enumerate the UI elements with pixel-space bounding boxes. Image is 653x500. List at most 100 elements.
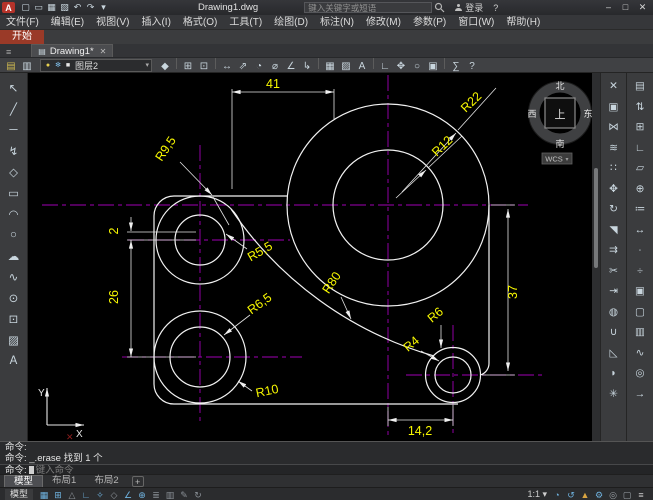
break-icon[interactable]: ◍ bbox=[604, 302, 624, 323]
transparency-icon[interactable]: ▥ bbox=[163, 490, 177, 500]
workspace-gear-icon[interactable]: ⚙ bbox=[592, 490, 606, 500]
dim-2-text[interactable]: 2 bbox=[107, 227, 121, 234]
wipeout-icon[interactable]: ▥ bbox=[630, 322, 650, 343]
clean-screen-icon[interactable]: ▢ bbox=[620, 490, 634, 500]
dim-r80-text[interactable]: R80 bbox=[319, 269, 343, 296]
dim-linear-icon[interactable]: ↔ bbox=[219, 60, 235, 73]
revcloud-icon[interactable]: ☁ bbox=[3, 245, 25, 266]
dim-r6_5-text[interactable]: R6,5 bbox=[245, 290, 275, 317]
drawing-svg[interactable]: 41 R22 R12 R9,5 R5,5 2 26 R6,5 R80 37 R6… bbox=[28, 73, 592, 441]
menu-item-2[interactable]: 视图(V) bbox=[90, 15, 135, 30]
toolbar-help-icon[interactable]: ? bbox=[464, 60, 480, 73]
customization-icon[interactable]: ≡ bbox=[634, 490, 648, 500]
new-file-icon[interactable]: ▢ bbox=[19, 2, 32, 14]
menu-item-0[interactable]: 文件(F) bbox=[0, 15, 45, 30]
object-snap-tracking-icon[interactable]: ∠ bbox=[121, 490, 135, 500]
erase-icon[interactable]: ✕ bbox=[604, 76, 624, 97]
dim-r9_5-text[interactable]: R9,5 bbox=[152, 134, 178, 164]
id-point-icon[interactable]: ⊕ bbox=[630, 179, 650, 200]
dim-angular-icon[interactable]: ∠ bbox=[283, 60, 299, 73]
move-icon[interactable]: ✥ bbox=[604, 179, 624, 200]
array-icon[interactable]: ∷ bbox=[604, 158, 624, 179]
mtext-icon[interactable]: A bbox=[354, 60, 370, 73]
rotate-icon[interactable]: ↻ bbox=[604, 199, 624, 220]
pan-icon[interactable]: ✥ bbox=[393, 60, 409, 73]
centerlines[interactable] bbox=[42, 75, 546, 439]
maximize-button[interactable]: □ bbox=[617, 2, 634, 13]
explode-icon[interactable]: ✳ bbox=[604, 384, 624, 405]
isodraft-icon[interactable]: ◇ bbox=[107, 490, 121, 500]
lineweight-icon[interactable]: ≣ bbox=[149, 490, 163, 500]
layer-dropdown[interactable]: ●✻■ 图层2 ▾ bbox=[40, 59, 152, 72]
command-window[interactable]: 命令: 命令: _.erase 找到 1 个 命令: 键入命令 bbox=[0, 441, 653, 474]
viewcube-north-label[interactable]: 北 bbox=[555, 81, 564, 91]
redo-icon[interactable]: ↷ bbox=[84, 2, 97, 14]
dim-r5_5-text[interactable]: R5,5 bbox=[245, 239, 275, 264]
ray-icon[interactable]: → bbox=[630, 384, 650, 405]
dim-radius-icon[interactable]: ◔ bbox=[251, 60, 267, 73]
close-button[interactable]: ✕ bbox=[634, 2, 651, 13]
multileader-icon[interactable]: ↳ bbox=[299, 60, 315, 73]
matchprop-icon[interactable]: ◆ bbox=[157, 60, 173, 73]
dynamic-input-icon[interactable]: ✎ bbox=[177, 490, 191, 500]
qat-more-icon[interactable]: ▾ bbox=[97, 2, 110, 14]
dim-aligned-icon[interactable]: ⇗ bbox=[235, 60, 251, 73]
properties-icon[interactable]: ▤ bbox=[630, 76, 650, 97]
polyline-icon[interactable]: ↯ bbox=[3, 140, 25, 161]
measure-distance-icon[interactable]: ∟ bbox=[630, 138, 650, 159]
viewcube-east-label[interactable]: 东 bbox=[583, 108, 592, 119]
select-icon[interactable]: ↖ bbox=[3, 77, 25, 98]
make-block-icon[interactable]: ⊞ bbox=[180, 60, 196, 73]
viewcube-top-label[interactable]: 上 bbox=[555, 108, 566, 121]
model-space-button[interactable]: 模型 bbox=[5, 489, 33, 500]
document-tab-close-icon[interactable]: ✕ bbox=[100, 47, 107, 56]
menu-item-10[interactable]: 窗口(W) bbox=[452, 15, 500, 30]
open-file-icon[interactable]: ▭ bbox=[32, 2, 45, 14]
spline-icon[interactable]: ∿ bbox=[3, 266, 25, 287]
scrollbar-thumb[interactable] bbox=[594, 168, 598, 268]
boundary-icon[interactable]: ▢ bbox=[630, 302, 650, 323]
tab-home[interactable]: 开始 bbox=[0, 30, 44, 44]
text-tool-icon[interactable]: A bbox=[3, 350, 25, 371]
autoscale-icon[interactable]: ↺ bbox=[564, 490, 578, 500]
donut-icon[interactable]: ◎ bbox=[630, 363, 650, 384]
layer-properties-icon[interactable]: ▤ bbox=[3, 60, 19, 73]
dim-14_2-text[interactable]: 14,2 bbox=[408, 424, 432, 438]
drawing-canvas[interactable]: 41 R22 R12 R9,5 R5,5 2 26 R6,5 R80 37 R6… bbox=[28, 73, 592, 441]
menu-item-11[interactable]: 帮助(H) bbox=[500, 15, 546, 30]
infer-constraints-icon[interactable]: △ bbox=[65, 490, 79, 500]
menu-item-1[interactable]: 编辑(E) bbox=[45, 15, 90, 30]
ellipse-icon[interactable]: ⊙ bbox=[3, 287, 25, 308]
dim-37-text[interactable]: 37 bbox=[506, 285, 520, 299]
viewcube[interactable]: 上 北 南 西 东 WCS ▾ bbox=[527, 81, 592, 164]
join-icon[interactable]: ∪ bbox=[604, 322, 624, 343]
autocad-logo-icon[interactable]: A bbox=[2, 2, 15, 13]
trim-icon[interactable]: ✂ bbox=[604, 261, 624, 282]
helix-icon[interactable]: ∿ bbox=[630, 343, 650, 364]
dim-41-text[interactable]: 41 bbox=[266, 77, 280, 91]
annotation-visibility-icon[interactable]: ◔ bbox=[550, 490, 564, 500]
list-icon[interactable]: ≔ bbox=[630, 199, 650, 220]
search-icon[interactable] bbox=[434, 2, 445, 13]
insert-block-tool-icon[interactable]: ⊡ bbox=[3, 308, 25, 329]
annotation-monitor-icon[interactable]: ▲ bbox=[578, 490, 592, 500]
canvas-scrollbar[interactable] bbox=[592, 73, 600, 441]
help-button[interactable]: ? bbox=[493, 3, 498, 13]
menu-item-7[interactable]: 标注(N) bbox=[314, 15, 360, 30]
extend-icon[interactable]: ⇥ bbox=[604, 281, 624, 302]
draworder-icon[interactable]: ⇅ bbox=[630, 97, 650, 118]
save-icon[interactable]: ▦ bbox=[45, 2, 58, 14]
point-icon[interactable]: ∙ bbox=[630, 240, 650, 261]
menu-item-6[interactable]: 绘图(D) bbox=[268, 15, 314, 30]
menu-item-5[interactable]: 工具(T) bbox=[223, 15, 268, 30]
sign-in-button[interactable]: 登录 bbox=[455, 1, 483, 14]
dim-r6-text[interactable]: R6 bbox=[425, 304, 446, 325]
grid-icon[interactable]: ▦ bbox=[37, 490, 51, 500]
ucs-icon[interactable]: Y X ✕ bbox=[38, 388, 84, 441]
insert-block-icon[interactable]: ⊡ bbox=[196, 60, 212, 73]
chamfer-icon[interactable]: ◺ bbox=[604, 343, 624, 364]
layer-states-icon[interactable]: ▥ bbox=[19, 60, 35, 73]
zoom-extents-icon[interactable]: ▣ bbox=[425, 60, 441, 73]
snap-icon[interactable]: ⊞ bbox=[51, 490, 65, 500]
dimension-texts[interactable]: 41 R22 R12 R9,5 R5,5 2 26 R6,5 R80 37 R6… bbox=[107, 77, 520, 438]
